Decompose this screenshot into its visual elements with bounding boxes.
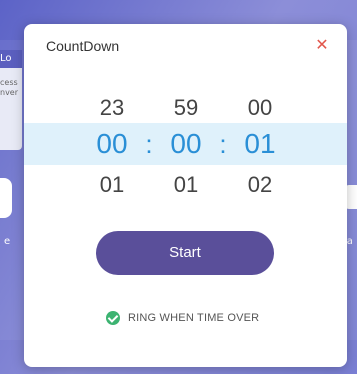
picker-row-above: 23 59 00 bbox=[24, 92, 347, 124]
hours-below[interactable]: 01 bbox=[82, 169, 142, 201]
ring-option[interactable]: RING WHEN TIME OVER bbox=[106, 310, 259, 326]
minutes-selected[interactable]: 00 bbox=[156, 128, 216, 160]
background-card-left: Lo cess nver bbox=[0, 50, 22, 150]
background-card-text: cess nver bbox=[0, 78, 22, 98]
background-app-icon-left bbox=[0, 178, 12, 218]
background-card-header: Lo bbox=[0, 50, 22, 68]
seconds-below[interactable]: 02 bbox=[230, 169, 290, 201]
hours-selected[interactable]: 00 bbox=[82, 128, 142, 160]
start-button[interactable]: Start bbox=[96, 231, 274, 275]
minutes-above[interactable]: 59 bbox=[156, 92, 216, 124]
seconds-selected[interactable]: 01 bbox=[230, 128, 290, 160]
countdown-dialog: CountDown ✕ 23 59 00 00 : 00 : 01 01 01 … bbox=[24, 24, 347, 367]
time-separator: : bbox=[145, 129, 153, 159]
close-icon[interactable]: ✕ bbox=[313, 36, 331, 54]
picker-row-below: 01 01 02 bbox=[24, 169, 347, 201]
seconds-above[interactable]: 00 bbox=[230, 92, 290, 124]
background-app-label-left: e bbox=[4, 236, 11, 247]
check-circle-icon[interactable] bbox=[106, 311, 120, 325]
background-card-line: nver bbox=[0, 88, 19, 97]
picker-row-selected: 00 : 00 : 01 bbox=[24, 128, 347, 160]
minutes-below[interactable]: 01 bbox=[156, 169, 216, 201]
background-card-line: cess bbox=[0, 78, 18, 87]
time-separator: : bbox=[219, 129, 227, 159]
dialog-title: CountDown bbox=[46, 38, 120, 54]
ring-option-label: RING WHEN TIME OVER bbox=[128, 312, 260, 324]
hours-above[interactable]: 23 bbox=[82, 92, 142, 124]
